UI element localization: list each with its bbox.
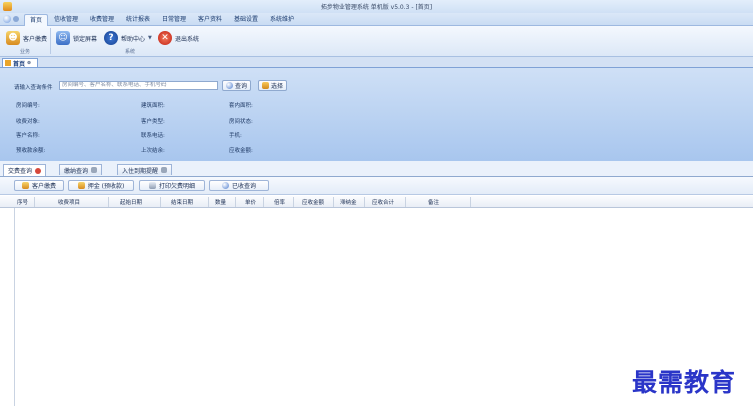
column-separator bbox=[263, 197, 264, 207]
lock-users-icon: ☺ bbox=[56, 31, 70, 45]
select-button[interactable]: 选择 bbox=[258, 80, 288, 91]
ribbon-group-separator bbox=[50, 28, 51, 54]
grid-row-indicator-column bbox=[0, 196, 15, 406]
print-arrears-button[interactable]: 打印欠费明细 bbox=[139, 180, 205, 191]
tab-home[interactable]: 首页 bbox=[24, 14, 48, 26]
customer-fee-button[interactable]: 客户缴费 bbox=[14, 180, 64, 191]
column-header-remarks[interactable]: 备注 bbox=[428, 198, 439, 206]
column-separator bbox=[470, 197, 471, 207]
window-title: 拓步物业管理系统 单机版 v5.0.3 - [首页] bbox=[320, 4, 433, 11]
contact-phone-label: 联系电话: bbox=[141, 133, 165, 139]
watermark-text: 最需教育 bbox=[632, 368, 737, 397]
ribbon-group-business-label: 业务 bbox=[19, 49, 30, 55]
tab-statistics-reports[interactable]: 统计报表 bbox=[123, 14, 153, 25]
customer-type-label: 客户类型: bbox=[141, 119, 165, 125]
app-menu-orb-icon[interactable] bbox=[3, 15, 11, 23]
column-header-fee-item[interactable]: 收费项目 bbox=[58, 198, 80, 206]
search-button-label: 查询 bbox=[235, 83, 248, 90]
tab-paid-query[interactable]: 缴纳查询 bbox=[59, 164, 103, 175]
search-input[interactable]: 房间编号、客户名称、联系电话、手机号码 bbox=[59, 81, 218, 90]
close-icon: ✕ bbox=[158, 31, 172, 45]
deposit-balance-label: 预收款余额: bbox=[16, 148, 46, 154]
column-header-receivable-total[interactable]: 应收合计 bbox=[372, 198, 394, 206]
column-separator bbox=[235, 197, 236, 207]
select-button-label: 选择 bbox=[271, 83, 284, 90]
lock-screen-button[interactable]: ☺ 锁定屏幕 bbox=[56, 30, 97, 46]
deposit-icon bbox=[77, 182, 85, 189]
tab-expiry-reminder-label: 入住到期提醒 bbox=[122, 167, 159, 175]
search-icon bbox=[226, 82, 233, 89]
received-query-button-label: 已收查询 bbox=[231, 183, 256, 190]
column-header-unit-price[interactable]: 单价 bbox=[245, 198, 256, 206]
search-button[interactable]: 查询 bbox=[222, 80, 252, 91]
column-separator bbox=[208, 197, 209, 207]
column-header-rate[interactable]: 倍率 bbox=[274, 198, 285, 206]
charge-target-label: 收费对象: bbox=[16, 119, 40, 125]
tab-fee-management[interactable]: 收费管理 bbox=[87, 14, 117, 25]
document-tab-strip bbox=[0, 57, 753, 68]
tab-customer-info[interactable]: 客户资料 bbox=[195, 14, 225, 25]
help-center-label: 帮助中心 bbox=[121, 35, 146, 43]
received-query-button[interactable]: 已收查询 bbox=[209, 180, 269, 191]
customer-fee-ribbon-label: 客户缴费 bbox=[23, 35, 48, 43]
tab-paid-query-label: 缴纳查询 bbox=[64, 167, 89, 175]
quick-access-dropdown-icon[interactable] bbox=[13, 16, 19, 22]
help-question-icon: ? bbox=[104, 31, 118, 45]
column-separator bbox=[108, 197, 109, 207]
column-separator bbox=[333, 197, 334, 207]
lock-screen-label: 锁定屏幕 bbox=[73, 35, 98, 43]
tab-payment-query-label: 交费查询 bbox=[8, 168, 33, 175]
column-separator bbox=[293, 197, 294, 207]
people-icon: ☻ bbox=[6, 31, 20, 45]
column-separator bbox=[364, 197, 365, 207]
customer-name-label: 客户名称: bbox=[16, 133, 40, 139]
tab-daily-management[interactable]: 日常管理 bbox=[159, 14, 189, 25]
help-center-button[interactable]: ? 帮助中心 ▼ bbox=[104, 30, 152, 46]
tab-icon bbox=[91, 167, 98, 173]
search-icon bbox=[221, 182, 229, 189]
chevron-down-icon: ▼ bbox=[148, 35, 152, 41]
tab-expiry-reminder[interactable]: 入住到期提醒 bbox=[117, 164, 173, 175]
bottom-tab-strip bbox=[0, 161, 753, 177]
column-separator bbox=[34, 197, 35, 207]
column-separator bbox=[405, 197, 406, 207]
exit-system-button[interactable]: ✕ 退出系统 bbox=[158, 30, 199, 46]
last-settlement-label: 上次结余: bbox=[141, 148, 165, 154]
column-header-receivable-amount[interactable]: 应收金额 bbox=[302, 198, 324, 206]
column-header-end-date[interactable]: 结束日期 bbox=[171, 198, 193, 206]
home-page-icon bbox=[5, 60, 11, 66]
column-header-quantity[interactable]: 数量 bbox=[215, 198, 226, 206]
tab-payment-query[interactable]: 交费查询 bbox=[3, 164, 47, 176]
deposit-button-label: 押金 (预收款) bbox=[87, 183, 125, 190]
column-separator bbox=[160, 197, 161, 207]
people-icon bbox=[21, 182, 29, 189]
print-arrears-button-label: 打印欠费明细 bbox=[158, 183, 195, 190]
tab-icon bbox=[161, 167, 168, 173]
select-icon bbox=[262, 82, 269, 89]
mobile-label: 手机: bbox=[229, 133, 242, 139]
room-number-label: 房间编号: bbox=[16, 103, 40, 109]
exit-system-label: 退出系统 bbox=[175, 35, 200, 43]
column-header-start-date[interactable]: 起始日期 bbox=[120, 198, 142, 206]
deposit-button[interactable]: 押金 (预收款) bbox=[68, 180, 134, 191]
tab-system-maintenance[interactable]: 系统维护 bbox=[267, 14, 297, 25]
printer-icon bbox=[148, 182, 156, 189]
receivable-total-label: 应收金额: bbox=[229, 148, 253, 154]
tab-basic-settings[interactable]: 基础设置 bbox=[231, 14, 261, 25]
building-area-label: 建筑面积: bbox=[141, 103, 165, 109]
close-tab-icon[interactable]: ⊗ bbox=[27, 60, 31, 66]
customer-fee-button-label: 客户缴费 bbox=[31, 183, 56, 190]
customer-fee-ribbon-button[interactable]: ☻ 客户缴费 bbox=[6, 30, 47, 46]
document-tab-label: 首页 bbox=[13, 60, 26, 68]
column-header-seq[interactable]: 序号 bbox=[17, 198, 28, 206]
query-label: 请输入查询条件 bbox=[14, 85, 53, 91]
ribbon-group-system-label: 系统 bbox=[124, 49, 135, 55]
close-tab-icon[interactable] bbox=[35, 167, 42, 174]
column-header-late-fee[interactable]: 滞纳金 bbox=[340, 198, 357, 206]
inner-area-label: 套内面积: bbox=[229, 103, 253, 109]
room-status-label: 房间状态: bbox=[229, 119, 253, 125]
tab-inbound-management[interactable]: 信收管理 bbox=[51, 14, 81, 25]
document-tab-home[interactable]: 首页 ⊗ bbox=[2, 58, 38, 68]
